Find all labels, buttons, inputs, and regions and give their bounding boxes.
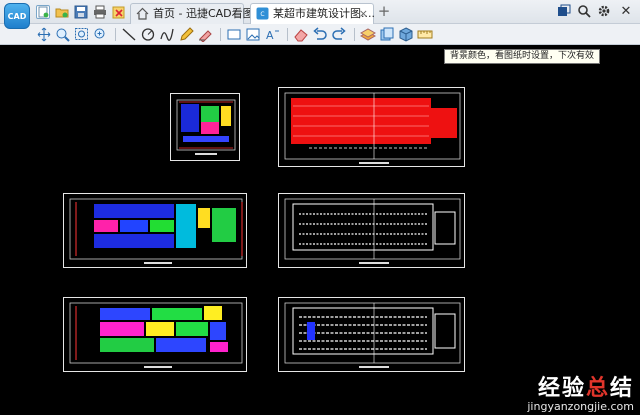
redo-icon[interactable] — [331, 27, 347, 42]
drawing-sheet-plan-color-blocks — [63, 297, 247, 372]
tab-close-icon[interactable]: × — [359, 4, 368, 24]
text-icon[interactable]: A — [264, 27, 280, 42]
toolbar: A — [0, 24, 640, 67]
svg-text:C: C — [260, 11, 264, 18]
new-tab-button[interactable]: + — [376, 2, 392, 20]
save-icon[interactable] — [74, 5, 88, 19]
drawing-sheet-plan-small — [170, 93, 240, 161]
close-window-icon[interactable]: ✕ — [618, 4, 634, 20]
3d-view-icon[interactable] — [398, 27, 414, 42]
layer-icon[interactable] — [360, 27, 376, 42]
drawing-sheet-plan-mixed — [63, 193, 247, 268]
layout-icon[interactable] — [379, 27, 395, 42]
zoom-search-icon[interactable] — [576, 4, 592, 20]
polyline-icon[interactable] — [159, 27, 175, 42]
cad-file-icon: C — [256, 7, 269, 20]
erase-icon[interactable] — [293, 27, 309, 42]
drawing-sheet-plan-white-2 — [278, 297, 465, 372]
pan-icon[interactable] — [36, 27, 52, 42]
settings-gear-icon[interactable] — [596, 4, 612, 20]
undo-icon[interactable] — [312, 27, 328, 42]
title-bar: CAD 首页 - 迅捷CAD看图 C 某超市建筑设计图.... × + ✕ — [0, 0, 640, 29]
circle-icon[interactable] — [140, 27, 156, 42]
print-icon[interactable] — [93, 5, 107, 19]
image-insert-icon[interactable] — [245, 27, 261, 42]
svg-text:A: A — [266, 29, 274, 42]
tab-home[interactable]: 首页 - 迅捷CAD看图 — [130, 3, 254, 24]
new-file-icon[interactable] — [36, 5, 50, 19]
watermark-logo: 经验总结 — [537, 375, 634, 401]
drawing-canvas[interactable]: 经验总结 jingyanzongjie.com — [0, 46, 640, 415]
watermark: 经验总结 jingyanzongjie.com — [527, 376, 634, 413]
drawing-sheet-plan-white — [278, 193, 465, 268]
tab-drawing[interactable]: C 某超市建筑设计图.... × — [250, 3, 375, 24]
zoom-realtime-icon[interactable] — [93, 27, 109, 42]
drawing-sheet-plan-red — [278, 87, 465, 167]
eraser-pen-icon[interactable] — [197, 27, 213, 42]
home-icon — [136, 7, 149, 20]
pencil-icon[interactable] — [178, 27, 194, 42]
line-icon[interactable] — [121, 27, 137, 42]
zoom-extents-icon[interactable] — [74, 27, 90, 42]
open-folder-icon[interactable] — [55, 5, 69, 19]
undo-history-icon[interactable] — [112, 5, 126, 19]
watermark-url: jingyanzongjie.com — [527, 400, 634, 413]
zoom-window-icon[interactable] — [55, 27, 71, 42]
rectangle-icon[interactable] — [226, 27, 242, 42]
restore-window-icon[interactable] — [556, 4, 572, 20]
background-color-tooltip: 背景颜色，看图纸时设置，下次有效 — [444, 49, 601, 64]
app-logo[interactable]: CAD — [4, 3, 30, 29]
measure-icon[interactable] — [417, 27, 433, 42]
tab-home-label: 首页 - 迅捷CAD看图 — [153, 7, 254, 20]
